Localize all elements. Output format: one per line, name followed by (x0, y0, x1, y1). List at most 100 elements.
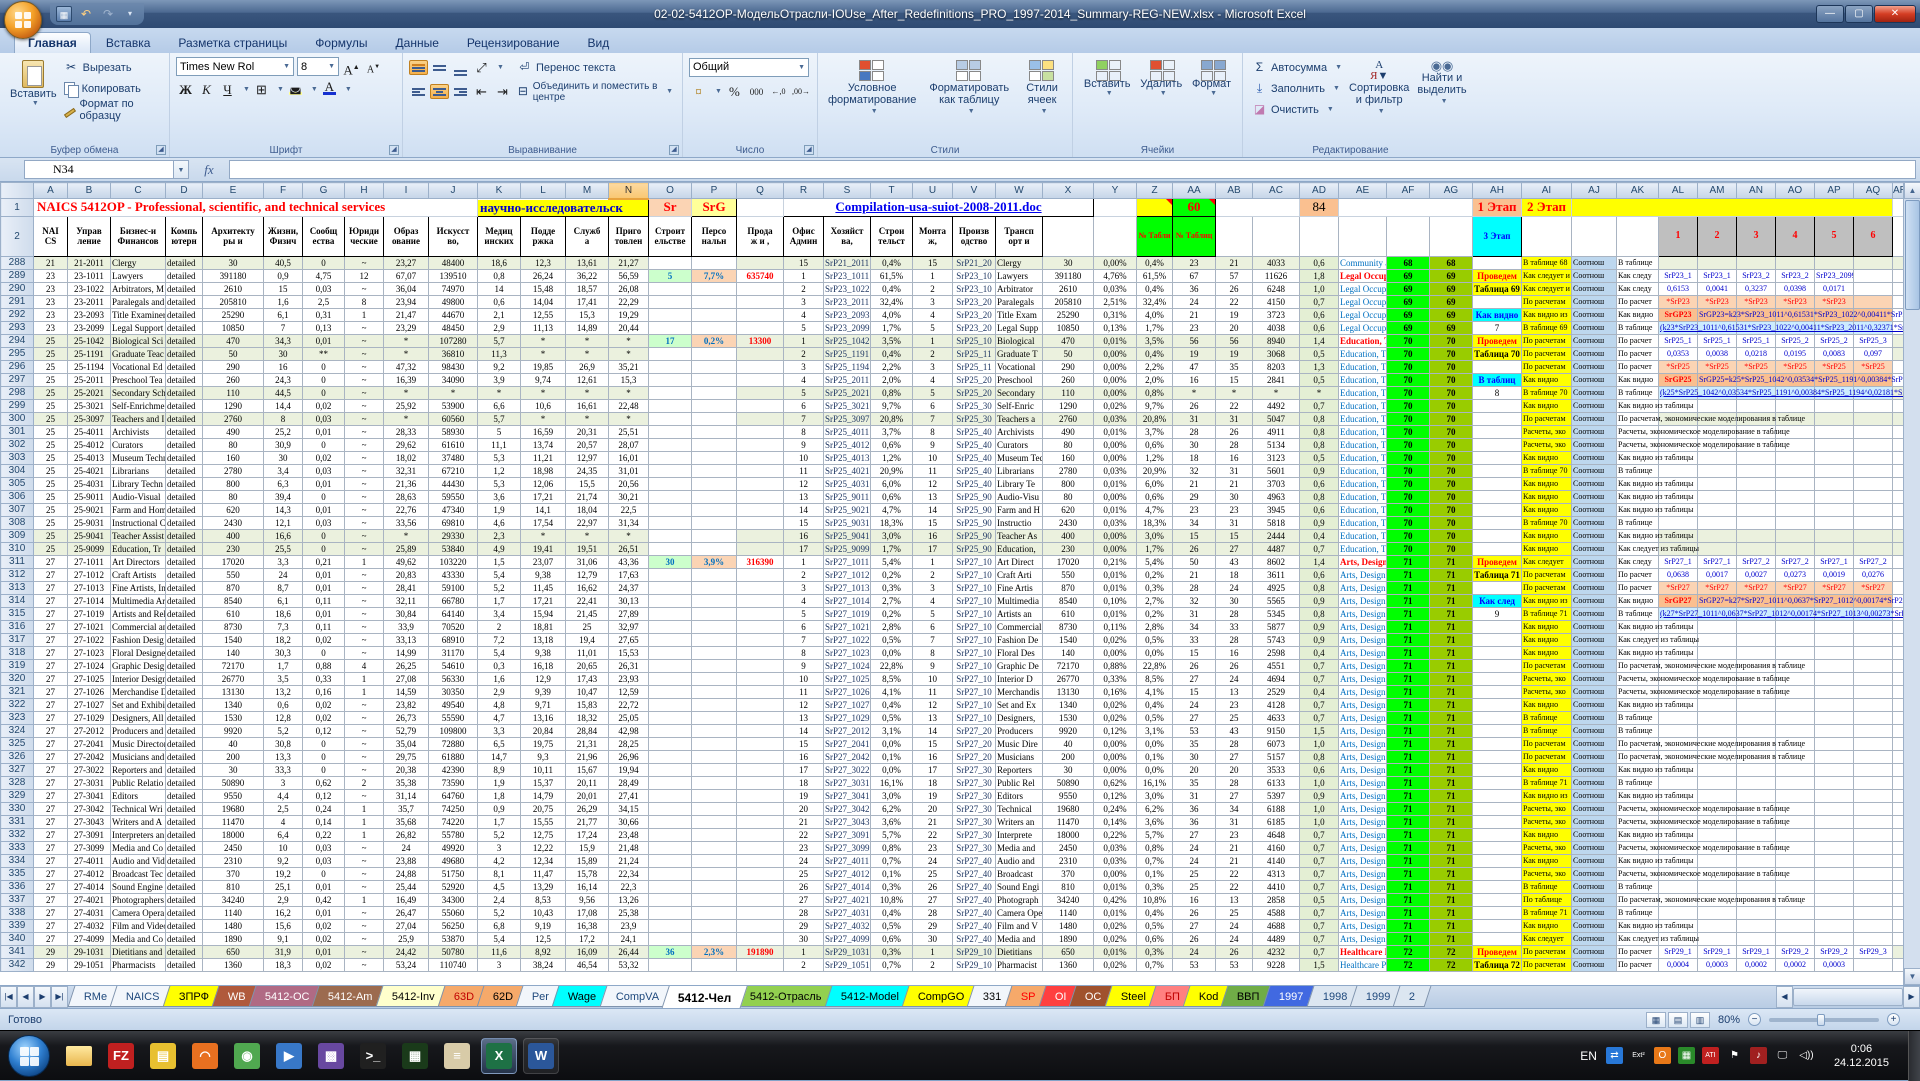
cell[interactable]: 8 (1473, 386, 1522, 399)
cell[interactable]: 30,8 (264, 737, 303, 750)
cell[interactable]: detailed (166, 282, 203, 295)
occupation-cell[interactable]: Archivists (111, 425, 166, 438)
cell[interactable]: Расчеты, экономическое моделирование в т… (1617, 425, 1659, 438)
cell[interactable]: 56330 (429, 672, 478, 685)
cell[interactable]: Arts, Design (1339, 789, 1387, 802)
cell[interactable]: 0,2% (1137, 607, 1173, 620)
cell[interactable]: 50890 (203, 776, 264, 789)
cell[interactable]: 4,4 (264, 789, 303, 802)
cell[interactable]: * (384, 386, 429, 399)
cell[interactable]: 23 (1173, 256, 1216, 269)
cell[interactable]: 16 (1216, 451, 1253, 464)
cell[interactable]: 10,47 (566, 685, 609, 698)
cell[interactable]: 2310 (1043, 854, 1094, 867)
cell[interactable]: 43 (1216, 724, 1253, 737)
cell[interactable] (649, 347, 692, 360)
cell[interactable]: Соотнош (1572, 321, 1617, 334)
cell[interactable]: 0,00% (1094, 438, 1137, 451)
row-header[interactable]: 334 (1, 854, 34, 867)
occupation-cell[interactable]: Graduate Teac (111, 347, 166, 360)
cell[interactable]: 26 (1173, 932, 1216, 945)
cell[interactable]: 10 (913, 672, 953, 685)
cell[interactable]: 0,02 (303, 919, 345, 932)
cell[interactable]: 0,6% (871, 490, 913, 503)
cell[interactable]: 72170 (203, 659, 264, 672)
col-title-E[interactable]: Архитекту ры и (203, 216, 264, 256)
cell[interactable] (737, 932, 784, 945)
formula-cell[interactable]: *SrP27 (1698, 581, 1737, 594)
cell[interactable]: 33,3 (264, 763, 303, 776)
column-header-AO[interactable]: AO (1776, 183, 1815, 199)
cell[interactable] (1698, 854, 1737, 867)
cell[interactable]: 34240 (203, 893, 264, 906)
cell[interactable]: Arts, Design (1339, 763, 1387, 776)
cell[interactable]: 24,3 (264, 373, 303, 386)
cell[interactable]: Audio and (996, 854, 1043, 867)
cell[interactable]: 70 (1430, 529, 1473, 542)
cell[interactable] (692, 698, 737, 711)
cell[interactable]: 29 (1173, 490, 1216, 503)
cell[interactable] (1473, 815, 1522, 828)
cell[interactable]: Как видно (1522, 490, 1572, 503)
cell[interactable]: 0,3 (478, 659, 521, 672)
cell[interactable]: 4,1% (871, 685, 913, 698)
cell[interactable] (1893, 269, 1904, 282)
cell[interactable]: 0,4% (1137, 698, 1173, 711)
cell[interactable]: 27-1012 (68, 568, 111, 581)
cell[interactable]: 0,9 (1300, 620, 1339, 633)
cell[interactable]: Set and Ex (996, 698, 1043, 711)
cell[interactable]: 4551 (1253, 659, 1300, 672)
cell[interactable]: Arts, Design (1339, 646, 1387, 659)
cell[interactable]: 53870 (429, 932, 478, 945)
cell[interactable] (1776, 698, 1815, 711)
cell[interactable]: detailed (166, 386, 203, 399)
cell[interactable] (1776, 529, 1815, 542)
cell[interactable]: detailed (166, 269, 203, 282)
cell[interactable]: 60560 (429, 412, 478, 425)
cell[interactable]: В таблице (1617, 711, 1659, 724)
cell[interactable]: 1890 (203, 932, 264, 945)
cell[interactable]: Соотнош (1572, 438, 1617, 451)
column-header-S[interactable]: S (824, 183, 871, 199)
cell[interactable]: 0,88 (303, 659, 345, 672)
formula-cell[interactable]: 0,0083 (1815, 347, 1854, 360)
cell[interactable]: 71 (1387, 789, 1430, 802)
cell[interactable]: По расчет (1617, 360, 1659, 373)
cell[interactable]: Education, T (1339, 386, 1387, 399)
formula-cell[interactable]: 0,0218 (1737, 347, 1776, 360)
cell[interactable]: 16 (784, 750, 824, 763)
cell[interactable] (1737, 399, 1776, 412)
cell[interactable]: 0,2% (871, 568, 913, 581)
cell[interactable] (1698, 633, 1737, 646)
cell[interactable]: 13,2 (264, 685, 303, 698)
cell[interactable]: 0 (303, 360, 345, 373)
cell[interactable] (692, 477, 737, 490)
cell[interactable]: 2 (784, 282, 824, 295)
fill-button[interactable]: ⤓Заполнить▼ (1249, 78, 1345, 99)
cell[interactable]: 18 (784, 776, 824, 789)
cell[interactable]: Соотнош (1572, 906, 1617, 919)
cell[interactable]: 2,3 (478, 529, 521, 542)
cell[interactable]: ~ (345, 347, 384, 360)
occupation-cell[interactable]: Title Examiner (111, 308, 166, 321)
cell[interactable]: 21,48 (609, 841, 649, 854)
cell[interactable]: SrP29_1051 (824, 958, 871, 971)
cell[interactable]: Соотнош (1572, 789, 1617, 802)
cell[interactable]: 0,0% (871, 646, 913, 659)
cell[interactable]: По расчетам (1522, 750, 1572, 763)
occupation-cell[interactable]: Editors (111, 789, 166, 802)
cell[interactable]: SrP27_3043 (824, 815, 871, 828)
cell[interactable]: 71 (1387, 763, 1430, 776)
occupation-cell[interactable]: Self-Enrichme (111, 399, 166, 412)
cell[interactable] (1659, 906, 1698, 919)
cell[interactable]: SrP27_10 (953, 646, 996, 659)
cell[interactable]: 5 (913, 386, 953, 399)
row-header[interactable]: 329 (1, 789, 34, 802)
cell[interactable]: 27-2012 (68, 724, 111, 737)
row-header[interactable]: 308 (1, 516, 34, 529)
cell[interactable]: SrP27_1014 (824, 594, 871, 607)
cell[interactable]: detailed (166, 854, 203, 867)
cell[interactable] (1473, 841, 1522, 854)
cell[interactable]: Как следу (1617, 282, 1659, 295)
row-header[interactable]: 307 (1, 503, 34, 516)
